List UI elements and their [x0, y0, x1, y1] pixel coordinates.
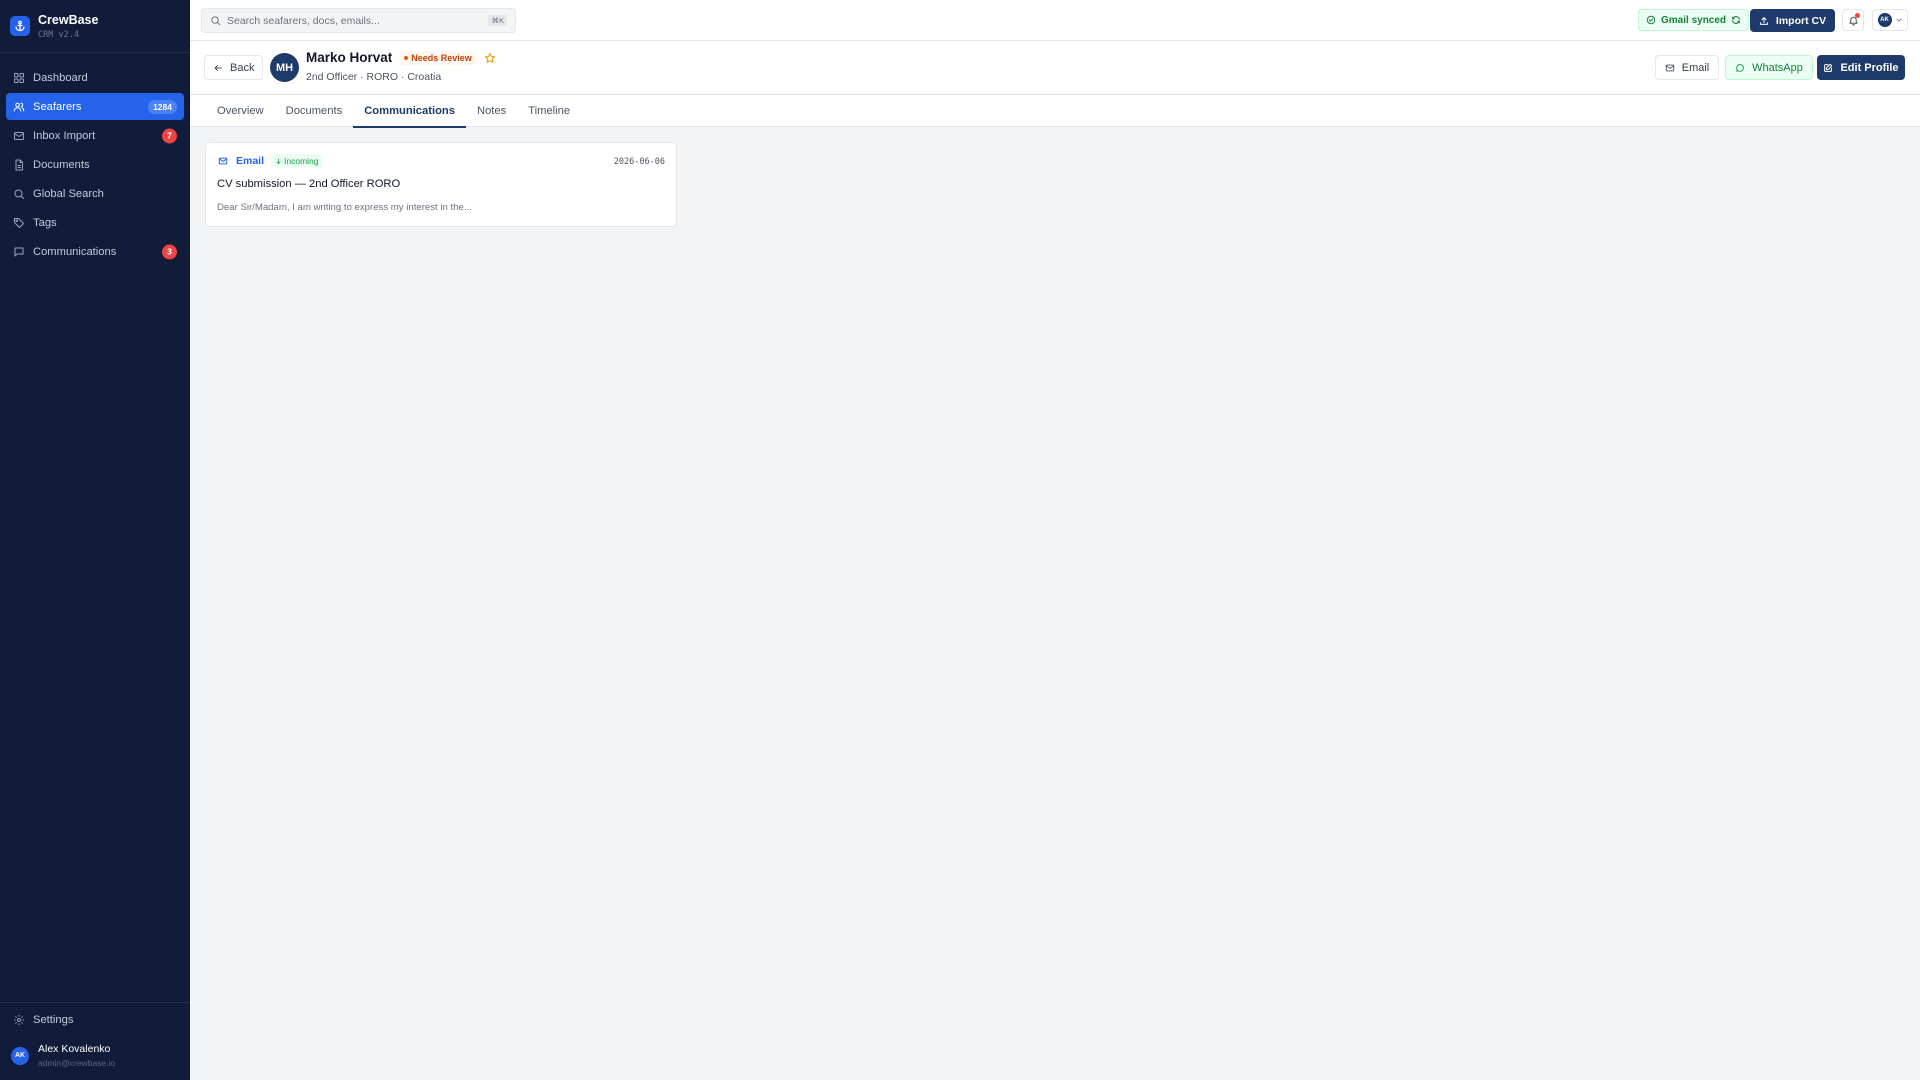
sidebar: CrewBase CRM v2.4 Dashboard Seafarers 12… — [0, 0, 190, 1080]
sidebar-item-label: Documents — [33, 158, 90, 171]
seafarer-avatar: MH — [270, 53, 299, 82]
check-circle-icon — [1646, 15, 1656, 25]
back-label: Back — [230, 61, 255, 74]
avatar: AK — [11, 1046, 29, 1065]
app-name: CrewBase — [38, 12, 99, 27]
communication-card[interactable]: Email Incoming 2026-06-06 CV submission … — [205, 142, 677, 227]
tab-overview[interactable]: Overview — [206, 95, 275, 127]
dashboard-icon — [14, 72, 24, 83]
global-search[interactable]: ⌘K — [201, 8, 516, 33]
communication-type: Email — [236, 155, 265, 167]
sidebar-item-label: Settings — [33, 1014, 74, 1026]
avatar: AK — [1877, 13, 1892, 27]
sidebar-item-settings[interactable]: Settings — [6, 1007, 184, 1033]
refresh-icon[interactable] — [1731, 15, 1741, 25]
search-input[interactable] — [227, 14, 477, 27]
search-icon — [211, 16, 221, 26]
count-badge: 1284 — [148, 99, 177, 114]
tab-timeline[interactable]: Timeline — [517, 95, 581, 127]
edit-profile-label: Edit Profile — [1840, 61, 1899, 74]
back-button[interactable]: Back — [204, 55, 264, 80]
status-badge: Needs Review — [400, 50, 476, 65]
profile-tabs: Overview Documents Communications Notes … — [190, 95, 1920, 128]
whatsapp-button[interactable]: WhatsApp — [1725, 55, 1813, 80]
user-profile[interactable]: AK Alex Kovalenko admin@crewbase.io — [0, 1037, 190, 1080]
shortcut-hint: ⌘K — [488, 15, 507, 26]
sidebar-item-tags[interactable]: Tags — [6, 209, 184, 236]
tag-icon — [14, 217, 24, 228]
count-badge: 3 — [162, 244, 177, 259]
communication-snippet: Dear Sir/Madam, I am writing to express … — [217, 202, 472, 213]
chat-icon — [14, 247, 24, 256]
edit-profile-button[interactable]: Edit Profile — [1817, 55, 1905, 80]
seafarer-subtitle: 2nd Officer · RORO · Croatia — [306, 71, 442, 83]
sidebar-item-label: Seafarers — [33, 100, 82, 113]
communication-subject: CV submission — 2nd Officer RORO — [217, 178, 401, 190]
sidebar-item-seafarers[interactable]: Seafarers 1284 — [6, 93, 184, 120]
profile-menu[interactable]: AK — [1872, 9, 1908, 31]
arrow-left-icon — [214, 64, 222, 71]
sidebar-item-label: Global Search — [33, 187, 104, 200]
direction-badge: Incoming — [271, 154, 323, 168]
notification-dot — [1855, 13, 1860, 18]
document-icon — [15, 159, 23, 170]
arrow-down-icon — [276, 158, 281, 164]
sidebar-item-documents[interactable]: Documents — [6, 151, 184, 178]
notifications-button[interactable] — [1842, 9, 1864, 31]
edit-icon — [1824, 63, 1833, 72]
sidebar-item-inbox-import[interactable]: Inbox Import 7 — [6, 122, 184, 149]
star-icon[interactable] — [484, 52, 496, 64]
tab-documents[interactable]: Documents — [275, 95, 354, 127]
sidebar-item-global-search[interactable]: Global Search — [6, 180, 184, 207]
mail-icon — [1665, 64, 1674, 71]
sidebar-footer: Settings AK Alex Kovalenko admin@crewbas… — [0, 1002, 190, 1080]
search-icon — [14, 189, 24, 199]
tab-notes[interactable]: Notes — [466, 95, 517, 127]
brand[interactable]: CrewBase CRM v2.4 — [0, 0, 190, 53]
email-button[interactable]: Email — [1655, 55, 1719, 80]
sidebar-item-communications[interactable]: Communications 3 — [6, 238, 184, 265]
whatsapp-label: WhatsApp — [1752, 61, 1803, 74]
tab-communications[interactable]: Communications — [353, 95, 466, 128]
direction-label: Incoming — [284, 156, 319, 166]
mail-icon — [218, 157, 228, 165]
count-badge: 7 — [162, 128, 177, 143]
seafarer-info: Marko Horvat Needs Review 2nd Officer · … — [306, 50, 496, 83]
communication-date: 2026-06-06 — [613, 157, 665, 167]
import-cv-button[interactable]: Import CV — [1750, 9, 1835, 32]
seafarer-name: Marko Horvat — [306, 50, 393, 65]
status-dot — [404, 55, 409, 60]
chevron-down-icon — [1896, 18, 1901, 22]
user-email: admin@crewbase.io — [38, 1058, 116, 1068]
sidebar-item-label: Communications — [33, 245, 117, 258]
upload-icon — [1760, 16, 1768, 25]
top-header: ⌘K Gmail synced Import CV AK — [190, 0, 1920, 41]
status-label: Needs Review — [411, 52, 472, 63]
email-label: Email — [1681, 61, 1710, 74]
users-icon — [13, 102, 25, 111]
gmail-sync-status[interactable]: Gmail synced — [1638, 9, 1750, 31]
anchor-icon — [10, 16, 30, 36]
sidebar-item-dashboard[interactable]: Dashboard — [6, 64, 184, 91]
sidebar-item-label: Dashboard — [33, 71, 88, 84]
sidebar-item-label: Inbox Import — [33, 129, 96, 142]
import-cv-label: Import CV — [1775, 14, 1827, 27]
user-name: Alex Kovalenko — [38, 1043, 111, 1055]
profile-header: Back MH Marko Horvat Needs Review 2nd Of… — [190, 41, 1920, 95]
sidebar-nav: Dashboard Seafarers 1284 Inbox Import 7 … — [0, 53, 190, 265]
whatsapp-icon — [1736, 63, 1744, 72]
gmail-sync-label: Gmail synced — [1661, 14, 1727, 26]
mail-icon — [14, 131, 24, 140]
gear-icon — [14, 1015, 24, 1025]
sidebar-item-label: Tags — [33, 216, 57, 229]
app-version: CRM v2.4 — [38, 29, 79, 40]
